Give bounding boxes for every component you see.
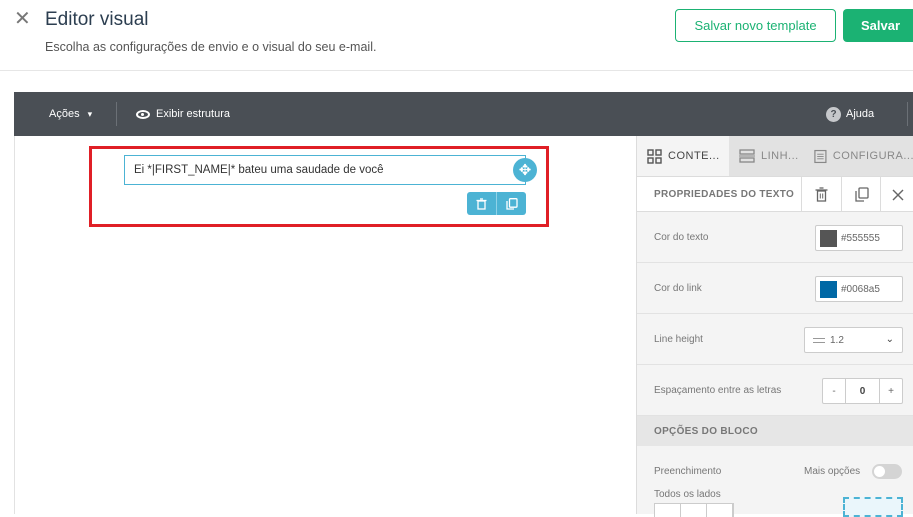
text-color-swatch[interactable]: [820, 229, 837, 247]
text-color-field[interactable]: #555555: [815, 225, 903, 251]
show-structure-label: Exibir estrutura: [156, 108, 230, 120]
page-subtitle: Escolha as configurações de envio e o vi…: [45, 40, 377, 54]
padding-preview: [843, 497, 903, 517]
chevron-down-icon: ⌄: [885, 334, 894, 345]
tab-rows-label: LINH...: [761, 150, 799, 162]
text-color-row: Cor do texto #555555: [637, 212, 913, 263]
close-icon[interactable]: ✕: [14, 9, 32, 29]
line-height-icon: [813, 337, 825, 343]
letter-spacing-row: Espaçamento entre as letras - 0 +: [637, 365, 913, 416]
actions-menu[interactable]: Ações ▾: [49, 92, 92, 136]
document-icon: [814, 149, 827, 163]
page-title: Editor visual: [45, 9, 149, 30]
padding-decrement[interactable]: [655, 504, 681, 517]
copy-icon: [505, 197, 518, 210]
more-options-toggle[interactable]: [872, 464, 902, 479]
line-height-select[interactable]: 1.2 ⌄: [804, 327, 903, 353]
tab-settings[interactable]: CONFIGURA...: [804, 136, 913, 176]
close-icon: [892, 189, 903, 200]
letter-spacing-label: Espaçamento entre as letras: [654, 385, 782, 396]
increment-button[interactable]: +: [880, 379, 902, 403]
padding-value[interactable]: [681, 504, 707, 517]
link-color-label: Cor do link: [654, 283, 702, 294]
toolbar-divider-right: [907, 102, 908, 126]
link-color-field[interactable]: #0068a5: [815, 276, 903, 302]
padding-increment[interactable]: [707, 504, 733, 517]
text-color-label: Cor do texto: [654, 232, 709, 243]
padding-label: Preenchimento: [654, 466, 722, 477]
text-properties-title: PROPRIEDADES DO TEXTO: [654, 189, 795, 200]
block-options-title: OPÇÕES DO BLOCO: [654, 426, 758, 437]
help-button[interactable]: ? Ajuda: [826, 92, 874, 136]
block-actions: [467, 192, 526, 215]
move-icon[interactable]: ✥: [513, 158, 537, 182]
eye-icon: [136, 109, 150, 119]
all-sides-label: Todos os lados: [654, 489, 721, 500]
save-new-template-button[interactable]: Salvar novo template: [675, 9, 836, 42]
line-height-row: Line height 1.2 ⌄: [637, 314, 913, 365]
decrement-button[interactable]: -: [823, 379, 845, 403]
properties-panel: CONTE... LINH... CONFIGURA... PROPRIEDAD…: [636, 136, 913, 517]
help-icon: ?: [826, 106, 841, 122]
top-header: ✕ Editor visual Escolha as configurações…: [0, 0, 913, 71]
delete-block-button[interactable]: [467, 192, 497, 215]
trash-icon: [476, 197, 487, 210]
line-height-label: Line height: [654, 334, 703, 345]
text-block[interactable]: Ei *|FIRST_NAME|* bateu uma saudade de v…: [124, 155, 526, 185]
close-properties-button[interactable]: [880, 177, 913, 212]
actions-label: Ações: [49, 108, 80, 120]
show-structure-button[interactable]: Exibir estrutura: [136, 92, 230, 136]
save-button[interactable]: Salvar: [843, 9, 913, 42]
letter-spacing-stepper: - 0 +: [822, 378, 903, 404]
text-properties-header: PROPRIEDADES DO TEXTO: [637, 176, 913, 212]
duplicate-properties-button[interactable]: [841, 177, 881, 212]
tab-content-label: CONTE...: [668, 150, 720, 162]
duplicate-block-button[interactable]: [497, 192, 526, 215]
chevron-down-icon: ▾: [87, 108, 93, 119]
link-color-swatch[interactable]: [820, 280, 837, 298]
more-options-label: Mais opções: [804, 466, 861, 477]
editor-toolbar: Ações ▾ Exibir estrutura ? Ajuda: [14, 92, 913, 136]
link-color-value: #0068a5: [841, 283, 880, 295]
trash-icon: [815, 187, 828, 202]
line-height-value: 1.2: [830, 334, 844, 346]
letter-spacing-value[interactable]: 0: [845, 379, 880, 403]
help-label: Ajuda: [846, 108, 875, 120]
text-color-value: #555555: [841, 232, 880, 244]
block-options-header: OPÇÕES DO BLOCO: [637, 416, 913, 446]
tab-settings-label: CONFIGURA...: [832, 150, 913, 162]
link-color-row: Cor do link #0068a5: [637, 263, 913, 314]
tab-rows[interactable]: LINH...: [729, 136, 804, 176]
toolbar-divider: [116, 102, 117, 126]
rows-icon: [739, 149, 755, 163]
padding-stepper[interactable]: [654, 503, 734, 517]
tab-content[interactable]: CONTE...: [637, 136, 729, 176]
copy-icon: [854, 187, 869, 202]
delete-properties-button[interactable]: [801, 177, 841, 212]
grid-icon: [647, 148, 662, 164]
